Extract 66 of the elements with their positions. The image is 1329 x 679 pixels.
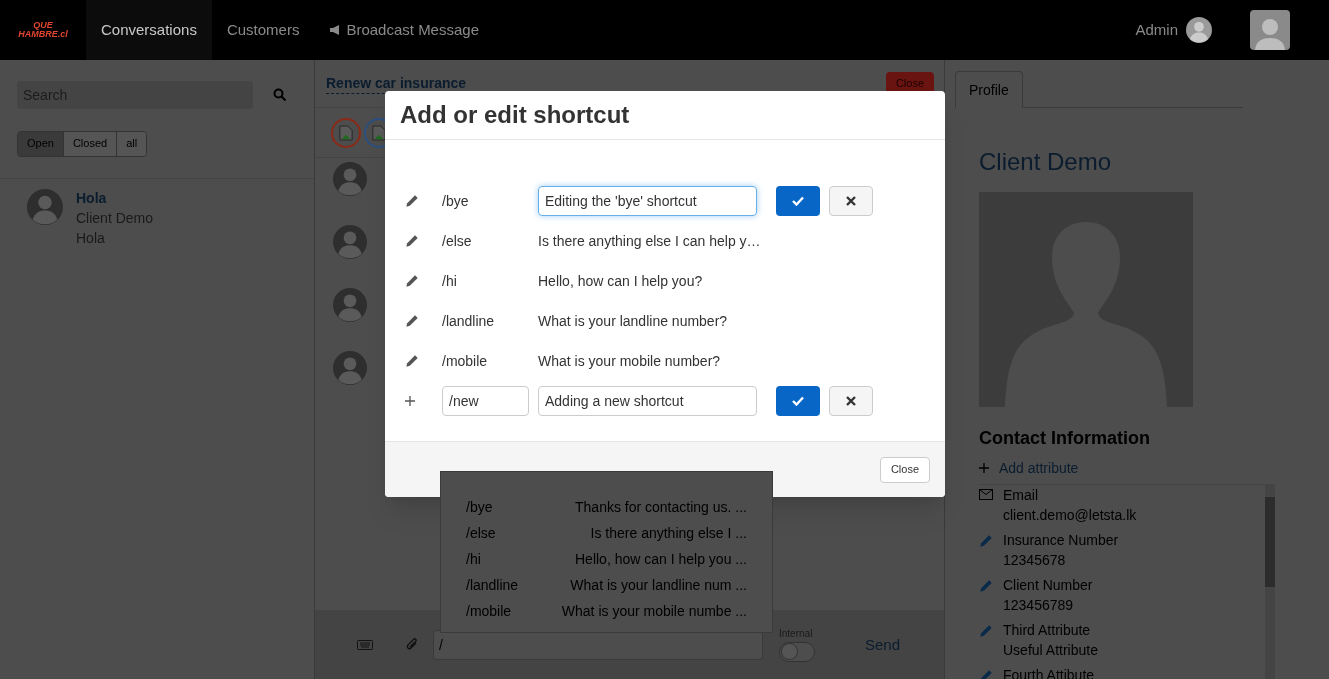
save-button[interactable] xyxy=(776,386,820,416)
internal-toggle[interactable] xyxy=(779,641,815,662)
pencil-icon[interactable] xyxy=(405,274,419,288)
section-title: Contact Information xyxy=(979,427,1151,451)
broken-image-icon xyxy=(372,124,386,141)
checkmark-icon xyxy=(792,196,804,206)
pencil-icon[interactable] xyxy=(405,234,419,248)
cancel-button[interactable] xyxy=(829,386,873,416)
checkmark-icon xyxy=(792,396,804,406)
broken-image-icon xyxy=(339,124,353,141)
shortcut-text-field[interactable]: Editing the 'bye' shortcut xyxy=(538,186,757,216)
pencil-icon[interactable] xyxy=(405,314,419,328)
shortcut-text: Hello, how can I help you? xyxy=(538,272,703,291)
avatar-icon xyxy=(27,189,63,225)
attribute-label: Third Attribute xyxy=(1003,621,1092,640)
plus-icon[interactable] xyxy=(405,396,415,406)
shortcut-field[interactable]: /new xyxy=(442,386,529,416)
pencil-icon[interactable] xyxy=(405,354,419,368)
filter-button[interactable]: Closed xyxy=(63,132,118,156)
shortcut-name: /landline xyxy=(442,312,496,331)
shortcut-text-field[interactable]: Adding a new shortcut xyxy=(538,386,757,416)
customer-name: Client Demo xyxy=(979,147,1113,177)
close-button[interactable]: Close xyxy=(879,456,930,483)
shortcut-text: What is your landline number? xyxy=(538,312,728,331)
attribute-label: Client Number xyxy=(1003,576,1093,595)
filter-button[interactable]: Open xyxy=(18,132,64,156)
attribute-value: client.demo@letsta.lk xyxy=(1003,506,1137,525)
nav-tab[interactable]: Customers xyxy=(211,0,315,60)
cancel-button[interactable] xyxy=(829,186,873,216)
avatar-icon xyxy=(333,225,367,259)
user-name[interactable]: Admin xyxy=(1135,19,1178,41)
shortcut-name: /bye xyxy=(442,192,470,211)
close-icon xyxy=(846,396,856,406)
avatar-icon xyxy=(333,288,367,322)
add-attribute-link[interactable]: Add attribute xyxy=(999,458,1079,478)
pencil-icon[interactable] xyxy=(405,194,419,208)
shortcut-name: /mobile xyxy=(442,352,489,371)
suggestion-item[interactable]: /bye Thanks for contacting us. ... xyxy=(441,494,772,520)
attribute-value: 123456789 xyxy=(1003,596,1075,615)
save-button[interactable] xyxy=(776,186,820,216)
close-icon xyxy=(846,196,856,206)
shortcut-name: /hi xyxy=(442,272,458,291)
avatar-icon[interactable] xyxy=(1186,17,1212,43)
avatar-icon xyxy=(333,162,367,196)
suggestion-item[interactable]: /mobile What is your mobile numbe ... xyxy=(441,598,772,624)
filter-button[interactable]: all xyxy=(117,132,147,156)
nav-tab[interactable]: Conversations xyxy=(86,0,212,60)
user-silhouette-icon xyxy=(1254,16,1286,50)
dialog-title: Add or edit shortcut xyxy=(400,99,630,130)
nav-tab[interactable]: Broadcast Message xyxy=(314,0,494,60)
shortcut-text: Is there anything else I can help y… xyxy=(538,232,761,251)
suggestion-item[interactable]: /landline What is your landline num ... xyxy=(441,572,772,598)
logo[interactable]: QUE HAMBRE.cl xyxy=(0,21,86,39)
envelope-icon xyxy=(979,489,993,500)
attribute-label: Email xyxy=(1003,486,1039,505)
send-button[interactable]: Send xyxy=(865,633,901,656)
attribute-label: Insurance Number xyxy=(1003,531,1119,550)
profile-tab[interactable]: Profile xyxy=(955,71,1023,108)
avatar-icon xyxy=(333,351,367,385)
attribute-value: 12345678 xyxy=(1003,551,1067,570)
shortcut-text: What is your mobile number? xyxy=(538,352,721,371)
suggestion-item[interactable]: /else Is there anything else I ... xyxy=(441,520,772,546)
conversation-title[interactable]: Hola xyxy=(76,188,154,208)
suggestion-item[interactable]: /hi Hello, how can I help you ... xyxy=(441,546,772,572)
shortcut-name: /else xyxy=(442,232,473,251)
attribute-value: Useful Attribute xyxy=(1003,641,1098,660)
